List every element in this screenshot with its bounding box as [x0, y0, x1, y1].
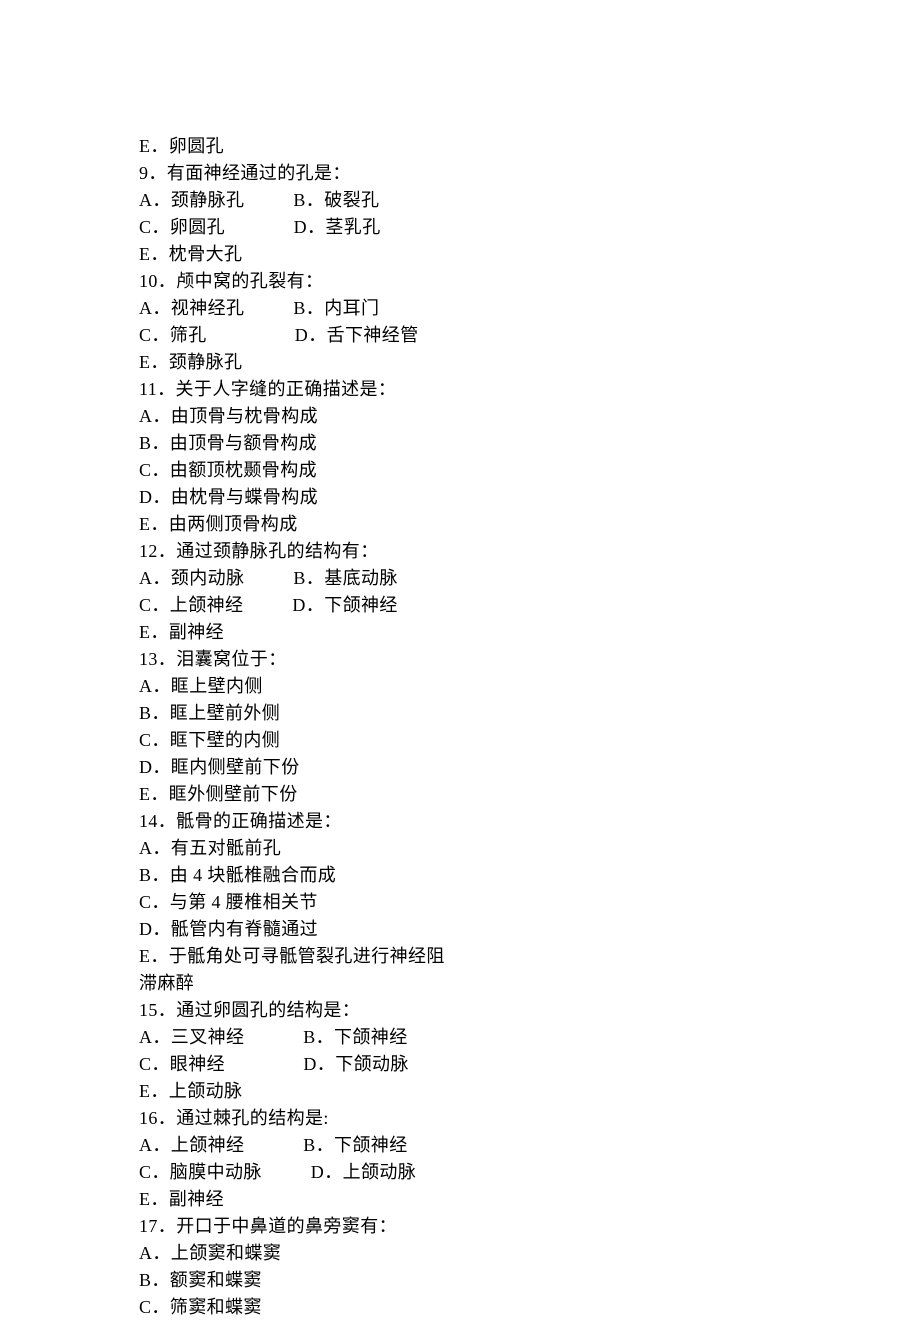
text-line: C．脑膜中动脉 D．上颌动脉	[139, 1159, 920, 1186]
text-line: B．眶上壁前外侧	[139, 700, 920, 727]
text-line: D．由枕骨与蝶骨构成	[139, 484, 920, 511]
text-line: C．由额顶枕颞骨构成	[139, 457, 920, 484]
text-line: A．三叉神经 B．下颌神经	[139, 1024, 920, 1051]
text-line: 10．颅中窝的孔裂有：	[139, 268, 920, 295]
text-line: C．筛孔 D．舌下神经管	[139, 322, 920, 349]
text-line: B．额窦和蝶窦	[139, 1267, 920, 1294]
text-line: E．副神经	[139, 619, 920, 646]
text-line: C．与第 4 腰椎相关节	[139, 889, 920, 916]
text-line: C．眶下壁的内侧	[139, 727, 920, 754]
text-line: A．颈静脉孔 B．破裂孔	[139, 187, 920, 214]
text-line: D．骶管内有脊髓通过	[139, 916, 920, 943]
text-line: C．眼神经 D．下颌动脉	[139, 1051, 920, 1078]
text-line: 11．关于人字缝的正确描述是：	[139, 376, 920, 403]
text-line: E．由两侧顶骨构成	[139, 511, 920, 538]
text-line: C．卵圆孔 D．茎乳孔	[139, 214, 920, 241]
text-line: 12．通过颈静脉孔的结构有：	[139, 538, 920, 565]
text-line: A．眶上壁内侧	[139, 673, 920, 700]
text-line: B．由顶骨与额骨构成	[139, 430, 920, 457]
text-line: E．副神经	[139, 1186, 920, 1213]
text-line: E．颈静脉孔	[139, 349, 920, 376]
text-line: 14．骶骨的正确描述是：	[139, 808, 920, 835]
text-line: A．视神经孔 B．内耳门	[139, 295, 920, 322]
document-page: E．卵圆孔9．有面神经通过的孔是：A．颈静脉孔 B．破裂孔C．卵圆孔 D．茎乳孔…	[0, 0, 920, 1302]
text-line: A．上颌窦和蝶窦	[139, 1240, 920, 1267]
text-line: A．上颌神经 B．下颌神经	[139, 1132, 920, 1159]
text-line: 17．开口于中鼻道的鼻旁窦有：	[139, 1213, 920, 1240]
text-line: A．有五对骶前孔	[139, 835, 920, 862]
text-line: 15．通过卵圆孔的结构是：	[139, 997, 920, 1024]
text-line: B．由 4 块骶椎融合而成	[139, 862, 920, 889]
text-line: E．上颌动脉	[139, 1078, 920, 1105]
text-line: E．枕骨大孔	[139, 241, 920, 268]
text-line: 13．泪囊窝位于：	[139, 646, 920, 673]
text-line: E．眶外侧壁前下份	[139, 781, 920, 808]
text-line: E．卵圆孔	[139, 133, 920, 160]
text-line: A．颈内动脉 B．基底动脉	[139, 565, 920, 592]
text-line: D．眶内侧壁前下份	[139, 754, 920, 781]
text-line: C．上颌神经 D．下颌神经	[139, 592, 920, 619]
text-line: A．由顶骨与枕骨构成	[139, 403, 920, 430]
text-line: 9．有面神经通过的孔是：	[139, 160, 920, 187]
text-line: 滞麻醉	[139, 970, 920, 997]
text-line: C．筛窦和蝶窦	[139, 1294, 920, 1321]
text-line: E．于骶角处可寻骶管裂孔进行神经阻	[139, 943, 920, 970]
text-line: 16．通过棘孔的结构是:	[139, 1105, 920, 1132]
